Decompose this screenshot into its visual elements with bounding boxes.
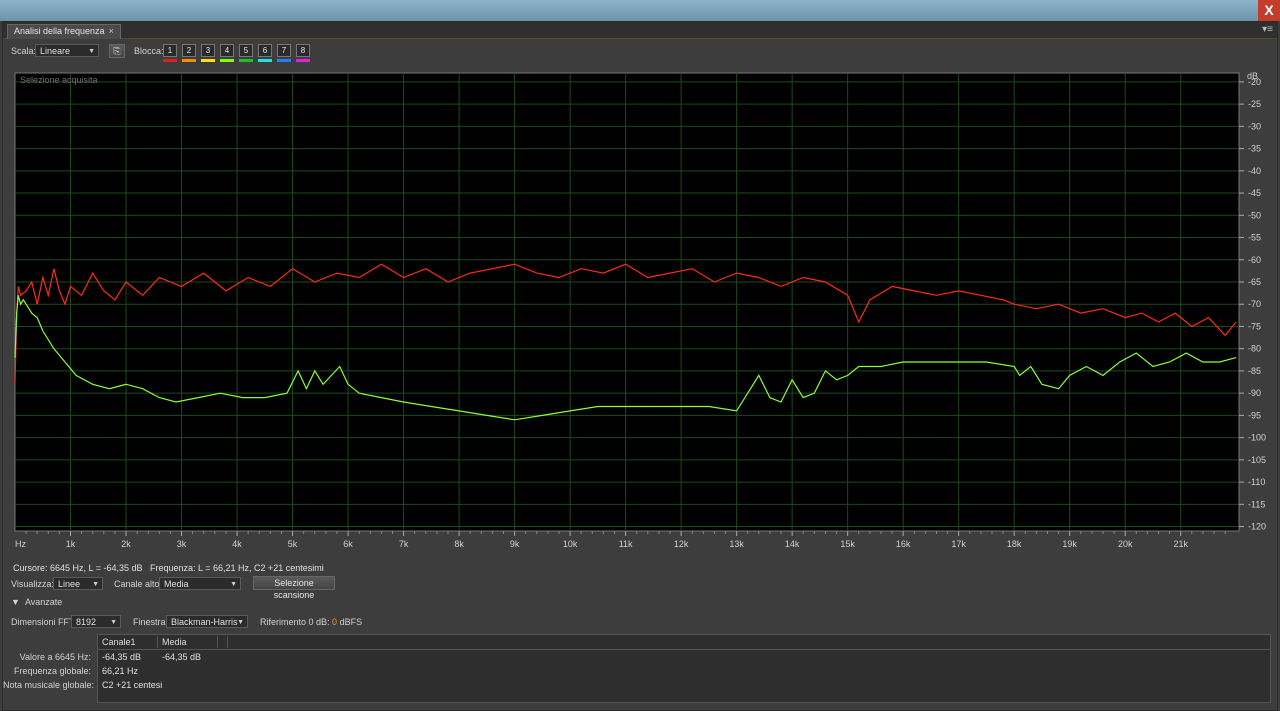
window-label: Finestra: — [133, 617, 169, 627]
y-tick-label: -35 — [1248, 144, 1261, 154]
row-label-value: Valore a 6645 Hz: — [19, 652, 91, 662]
x-axis-unit: Hz — [15, 539, 26, 549]
y-tick-label: -100 — [1248, 433, 1266, 443]
x-tick-label: 19k — [1062, 539, 1077, 549]
cell-value-average: -64,35 dB — [162, 652, 202, 662]
window-value: Blackman-Harris — [171, 617, 238, 627]
cursor-readout: Cursore: 6645 Hz, L = -64,35 dB Frequenz… — [13, 563, 324, 573]
y-tick-label: -40 — [1248, 166, 1261, 176]
chevron-down-icon: ▼ — [237, 619, 244, 626]
y-tick-label: -110 — [1248, 477, 1265, 487]
y-tick-label: -115 — [1248, 499, 1265, 509]
x-tick-label: 11k — [619, 539, 633, 549]
x-tick-label: 4k — [232, 539, 242, 549]
y-tick-label: -70 — [1248, 299, 1261, 309]
column-header-average[interactable]: Media — [158, 636, 218, 648]
fft-dropdown[interactable]: 8192 ▼ — [71, 615, 121, 628]
triangle-down-icon: ▼ — [11, 597, 20, 607]
x-tick-label: 15k — [840, 539, 855, 549]
chart-caption: Selezione acquisita — [20, 75, 98, 85]
x-tick-label: 18k — [1007, 539, 1022, 549]
y-tick-label: -85 — [1248, 366, 1261, 376]
x-tick-label: 20k — [1118, 539, 1133, 549]
row-label-note: Nota musicale globale: — [3, 680, 95, 690]
chevron-down-icon: ▼ — [230, 581, 237, 588]
channel-value: Media — [164, 579, 189, 589]
window-dropdown[interactable]: Blackman-Harris ▼ — [166, 615, 248, 628]
y-tick-label: -80 — [1248, 344, 1261, 354]
cursor-text: Cursore: 6645 Hz, L = -64,35 dB — [13, 563, 143, 573]
row-label-frequency: Frequenza globale: — [13, 666, 91, 676]
frequency-text: Frequenza: L = 66,21 Hz, C2 +21 centesim… — [150, 563, 324, 573]
reference-value[interactable]: 0 — [332, 617, 337, 627]
results-table: Canale1 Media -64,35 dB -64,35 dB 66,21 … — [97, 634, 1271, 703]
y-tick-label: -95 — [1248, 410, 1261, 420]
chevron-down-icon: ▼ — [110, 619, 117, 626]
y-tick-label: -75 — [1248, 321, 1261, 331]
plot-area — [14, 72, 1240, 532]
view-dropdown[interactable]: Linee ▼ — [53, 577, 103, 590]
advanced-toggle[interactable]: ▼ Avanzate — [11, 597, 62, 607]
y-tick-label: -25 — [1248, 99, 1261, 109]
y-tick-label: -60 — [1248, 255, 1261, 265]
x-tick-label: 17k — [951, 539, 966, 549]
y-tick-label: -45 — [1248, 188, 1261, 198]
header-divider — [98, 649, 1270, 650]
y-tick-label: -50 — [1248, 210, 1261, 220]
reference-label: Riferimento 0 dB: — [260, 617, 330, 627]
x-tick-label: 5k — [288, 539, 298, 549]
column-header-channel1[interactable]: Canale1 — [98, 636, 158, 648]
x-tick-label: 12k — [674, 539, 689, 549]
x-tick-label: 6k — [343, 539, 353, 549]
fft-label: Dimensioni FFT: — [11, 617, 77, 627]
scan-selection-button[interactable]: Selezione scansione — [253, 576, 335, 600]
y-tick-label: -120 — [1248, 522, 1266, 532]
x-tick-label: 8k — [454, 539, 464, 549]
reference-unit: dBFS — [339, 617, 363, 627]
y-tick-label: -105 — [1248, 455, 1266, 465]
view-label: Visualizza: — [11, 579, 54, 589]
window-close-button[interactable]: X — [1258, 0, 1280, 21]
chevron-down-icon: ▼ — [92, 581, 99, 588]
x-tick-label: 21k — [1173, 539, 1188, 549]
x-tick-label: 14k — [785, 539, 800, 549]
frequency-chart[interactable]: 1k 2k 3k 4k 5k 6k 7k 8k 9k 10k 11k 12k 13k 14k 15k 16k 1… — [3, 22, 1277, 552]
column-header-spacer — [218, 636, 228, 648]
y-tick-label: -90 — [1248, 388, 1261, 398]
frequency-analysis-panel: Analisi della frequenza × ▾≡ Scala: Linea… — [2, 21, 1278, 711]
fft-value: 8192 — [76, 617, 97, 627]
x-tick-label: 7k — [399, 539, 409, 549]
x-tick-label: 9k — [510, 539, 520, 549]
cell-value-channel1: -64,35 dB — [102, 652, 142, 662]
x-tick-label: 2k — [121, 539, 131, 549]
x-tick-label: 16k — [896, 539, 911, 549]
window-titlebar: X — [0, 0, 1280, 21]
x-tick-label: 1k — [66, 539, 76, 549]
x-tick-label: 13k — [729, 539, 744, 549]
cell-frequency-channel1: 66,21 Hz — [102, 666, 139, 676]
channel-dropdown[interactable]: Media ▼ — [159, 577, 241, 590]
x-tick-label: 10k — [563, 539, 578, 549]
y-tick-label: -65 — [1248, 277, 1261, 287]
cell-note-channel1: C2 +21 centesi — [102, 680, 163, 690]
y-tick-label: -30 — [1248, 121, 1261, 131]
x-tick-label: 3k — [177, 539, 187, 549]
y-tick-label: -55 — [1248, 233, 1261, 243]
advanced-label: Avanzate — [24, 597, 63, 607]
reference-field: Riferimento 0 dB: 0 dBFS — [260, 617, 362, 627]
view-value: Linee — [58, 579, 81, 589]
channel-label: Canale alto: — [114, 579, 163, 589]
y-axis-unit: dB — [1247, 71, 1258, 81]
